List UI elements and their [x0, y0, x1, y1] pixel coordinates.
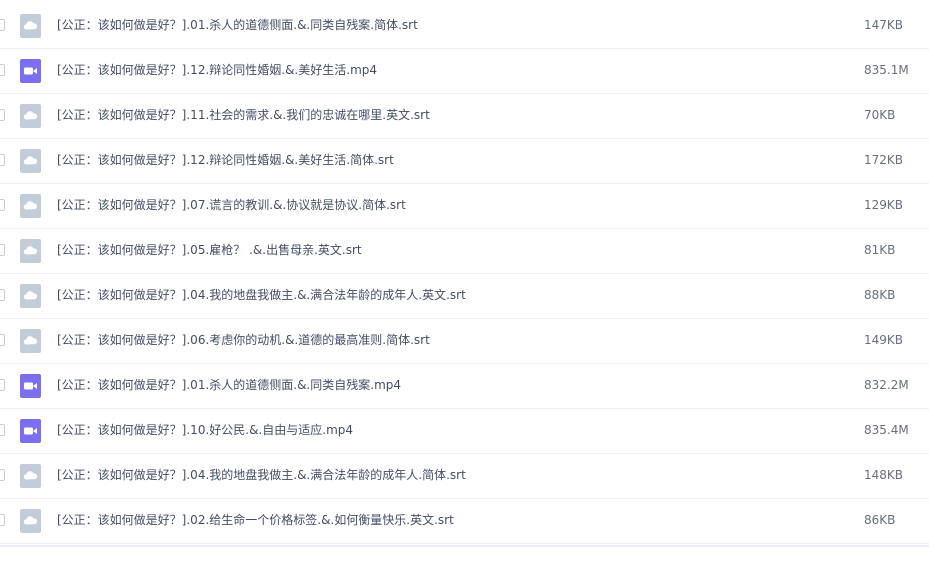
row-checkbox[interactable] — [0, 64, 5, 76]
subtitle-file-icon — [20, 464, 41, 488]
file-size: 81KB — [864, 243, 896, 257]
file-name[interactable]: [公正：该如何做是好？].01.杀人的道德侧面.&.同类自残案.mp4 — [57, 377, 401, 393]
file-row[interactable]: [公正：该如何做是好？].02.给生命一个价格标签.&.如何衡量快乐.英文.sr… — [0, 499, 929, 544]
file-row[interactable]: [公正：该如何做是好？].07.谎言的教训.&.协议就是协议.简体.srt 129… — [0, 184, 929, 229]
file-size: 147KB — [864, 18, 904, 32]
file-row[interactable]: [公正：该如何做是好？].11.社会的需求.&.我们的忠诚在哪里.英文.srt 7… — [0, 94, 929, 139]
row-checkbox[interactable] — [0, 199, 5, 211]
file-name[interactable]: [公正：该如何做是好？].11.社会的需求.&.我们的忠诚在哪里.英文.srt — [57, 107, 430, 123]
row-checkbox[interactable] — [0, 154, 5, 166]
file-size: 832.2M — [864, 378, 909, 392]
file-name[interactable]: [公正：该如何做是好？].01.杀人的道德侧面.&.同类自残案.简体.srt — [57, 17, 418, 33]
file-size: 149KB — [864, 333, 904, 347]
subtitle-file-icon — [20, 329, 41, 353]
row-checkbox[interactable] — [0, 469, 5, 481]
file-size: 129KB — [864, 198, 904, 212]
video-file-icon — [20, 419, 41, 443]
file-size: 86KB — [864, 513, 896, 527]
file-name[interactable]: [公正：该如何做是好？].06.考虑你的动机.&.道德的最高准则.简体.srt — [57, 332, 430, 348]
file-size: 148KB — [864, 468, 904, 482]
file-row[interactable]: [公正：该如何做是好？].04.我的地盘我做主.&.满合法年龄的成年人.简体.s… — [0, 454, 929, 499]
file-size: 88KB — [864, 288, 896, 302]
row-checkbox[interactable] — [0, 244, 5, 256]
row-checkbox[interactable] — [0, 379, 5, 391]
subtitle-file-icon — [20, 284, 41, 308]
row-checkbox[interactable] — [0, 109, 5, 121]
file-size: 70KB — [864, 108, 896, 122]
file-name[interactable]: [公正：该如何做是好？].04.我的地盘我做主.&.满合法年龄的成年人.英文.s… — [57, 287, 466, 303]
row-checkbox[interactable] — [0, 289, 5, 301]
file-name[interactable]: [公正：该如何做是好？].07.谎言的教训.&.协议就是协议.简体.srt — [57, 197, 406, 213]
file-row[interactable]: [公正：该如何做是好？].12.辩论同性婚姻.&.美好生活.简体.srt 172K… — [0, 139, 929, 184]
video-file-icon — [20, 59, 41, 83]
subtitle-file-icon — [20, 104, 41, 128]
file-row[interactable]: [公正：该如何做是好？].01.杀人的道德侧面.&.同类自残案.简体.srt 14… — [0, 4, 929, 49]
list-bottom-divider — [0, 545, 929, 547]
file-size: 835.4M — [864, 423, 909, 437]
subtitle-file-icon — [20, 194, 41, 218]
subtitle-file-icon — [20, 14, 41, 38]
file-row[interactable]: [公正：该如何做是好？].10.好公民.&.自由与适应.mp4 835.4M — [0, 409, 929, 454]
row-checkbox[interactable] — [0, 19, 5, 31]
row-checkbox[interactable] — [0, 424, 5, 436]
file-name[interactable]: [公正：该如何做是好？].02.给生命一个价格标签.&.如何衡量快乐.英文.sr… — [57, 512, 454, 528]
file-size: 172KB — [864, 153, 904, 167]
subtitle-file-icon — [20, 239, 41, 263]
file-row[interactable]: [公正：该如何做是好？].12.辩论同性婚姻.&.美好生活.mp4 835.1M — [0, 49, 929, 94]
subtitle-file-icon — [20, 509, 41, 533]
file-row[interactable]: [公正：该如何做是好？].01.杀人的道德侧面.&.同类自残案.mp4 832.2… — [0, 364, 929, 409]
file-name[interactable]: [公正：该如何做是好？].12.辩论同性婚姻.&.美好生活.mp4 — [57, 62, 377, 78]
file-size: 835.1M — [864, 63, 909, 77]
row-checkbox[interactable] — [0, 334, 5, 346]
file-row[interactable]: [公正：该如何做是好？].06.考虑你的动机.&.道德的最高准则.简体.srt 1… — [0, 319, 929, 364]
row-checkbox[interactable] — [0, 514, 5, 526]
file-row[interactable]: [公正：该如何做是好？].04.我的地盘我做主.&.满合法年龄的成年人.英文.s… — [0, 274, 929, 319]
video-file-icon — [20, 374, 41, 398]
file-name[interactable]: [公正：该如何做是好？].04.我的地盘我做主.&.满合法年龄的成年人.简体.s… — [57, 467, 466, 483]
file-name[interactable]: [公正：该如何做是好？].12.辩论同性婚姻.&.美好生活.简体.srt — [57, 152, 394, 168]
file-row[interactable]: [公正：该如何做是好？].05.雇枪？ .&.出售母亲.英文.srt 81KB — [0, 229, 929, 274]
file-name[interactable]: [公正：该如何做是好？].10.好公民.&.自由与适应.mp4 — [57, 422, 353, 438]
subtitle-file-icon — [20, 149, 41, 173]
file-name[interactable]: [公正：该如何做是好？].05.雇枪？ .&.出售母亲.英文.srt — [57, 242, 362, 258]
file-list: [公正：该如何做是好？].01.杀人的道德侧面.&.同类自残案.简体.srt 14… — [0, 4, 929, 544]
